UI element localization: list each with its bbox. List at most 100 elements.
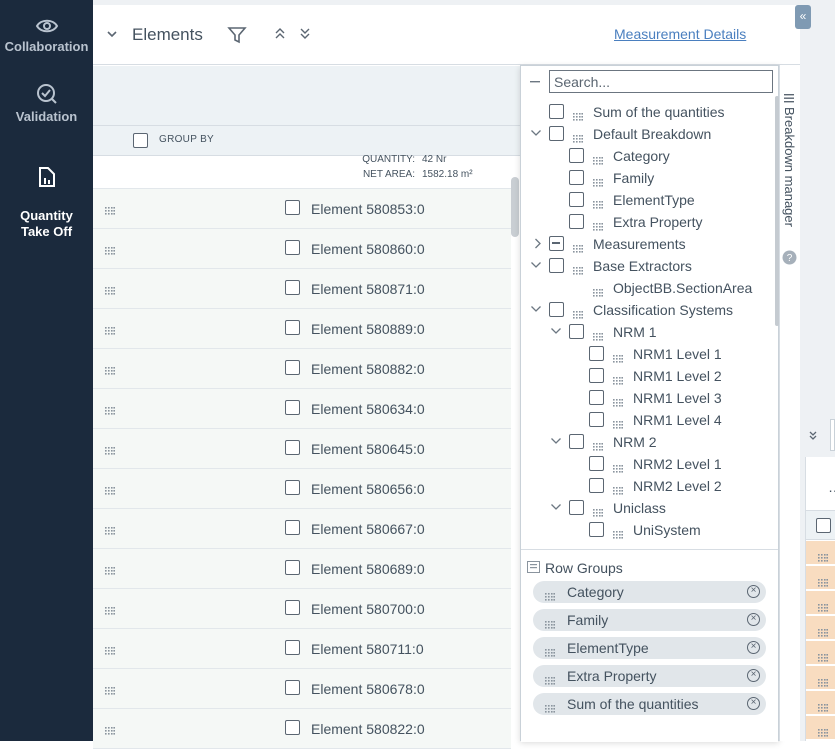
remove-icon[interactable]: × [747,669,760,682]
tree-checkbox[interactable] [549,302,564,317]
right-grid-row[interactable] [806,666,835,690]
tree-item[interactable]: ObjectBB.SectionArea [521,277,771,299]
right-grid-row[interactable] [806,616,835,640]
drag-handle-icon[interactable] [613,377,623,385]
tree-checkbox[interactable] [569,214,584,229]
row-checkbox[interactable] [285,320,300,335]
drag-handle-icon[interactable] [105,647,115,655]
tree-item[interactable]: Extra Property [521,211,771,233]
tree-checkbox[interactable] [589,390,604,405]
tree-item[interactable]: Family [521,167,771,189]
table-row[interactable]: Element 580689:0 [93,549,511,589]
tree-item[interactable]: NRM1 Level 4 [521,409,771,431]
table-row[interactable]: Element 580853:0 [93,189,511,229]
tree-item[interactable]: ElementType [521,189,771,211]
drag-handle-icon[interactable] [105,247,115,255]
row-group-pill[interactable]: Family × [533,609,766,631]
drag-handle-icon[interactable] [593,289,603,297]
minus-icon[interactable] [530,81,540,83]
ellipsis-icon[interactable]: … [828,479,835,495]
drag-handle-icon[interactable] [573,135,583,143]
tree-item[interactable]: NRM1 Level 2 [521,365,771,387]
tree-checkbox[interactable] [589,346,604,361]
table-row[interactable]: Element 580667:0 [93,509,511,549]
drag-handle-icon[interactable] [613,487,623,495]
drag-handle-icon[interactable] [818,729,828,737]
chevron-down-icon[interactable] [550,327,562,335]
tree-checkbox[interactable] [589,478,604,493]
grid-scrollbar[interactable] [511,177,519,237]
table-row[interactable]: Element 580822:0 [93,709,511,749]
tree-checkbox[interactable] [589,456,604,471]
row-checkbox[interactable] [285,720,300,735]
drag-handle-icon[interactable] [818,654,828,662]
tree-checkbox[interactable] [569,170,584,185]
drag-handle-icon[interactable] [545,705,555,713]
drag-handle-icon[interactable] [593,509,603,517]
drag-handle-icon[interactable] [573,311,583,319]
tree-item[interactable]: NRM 1 [521,321,771,343]
chevron-down-icon[interactable] [106,29,118,39]
drag-handle-icon[interactable] [593,443,603,451]
tree-checkbox[interactable] [569,500,584,515]
drag-handle-icon[interactable] [545,621,555,629]
row-group-pill[interactable]: Sum of the quantities × [533,693,766,715]
drag-handle-icon[interactable] [613,399,623,407]
tree-item[interactable]: Sum of the quantities [521,101,771,123]
row-checkbox[interactable] [285,600,300,615]
tree-checkbox[interactable] [589,368,604,383]
row-checkbox[interactable] [285,680,300,695]
row-group-pill[interactable]: Extra Property × [533,665,766,687]
table-row[interactable]: Element 580711:0 [93,629,511,669]
row-checkbox[interactable] [285,200,300,215]
tree-item[interactable]: Measurements [521,233,771,255]
drag-handle-icon[interactable] [573,267,583,275]
tree-checkbox[interactable] [589,412,604,427]
table-row[interactable]: Element 580871:0 [93,269,511,309]
right-grid-row[interactable] [806,591,835,615]
drag-handle-icon[interactable] [593,223,603,231]
help-icon[interactable]: ? [782,250,797,265]
drag-handle-icon[interactable] [818,554,828,562]
row-group-pill[interactable]: ElementType × [533,637,766,659]
right-grid-row[interactable] [806,716,835,740]
row-group-pill[interactable]: Category × [533,581,766,603]
tree-checkbox[interactable] [549,236,564,251]
drag-handle-icon[interactable] [105,527,115,535]
measurement-details-link[interactable]: Measurement Details [614,26,746,42]
right-grid-row[interactable] [806,566,835,590]
table-row[interactable]: Element 580700:0 [93,589,511,629]
table-row[interactable]: Element 580678:0 [93,669,511,709]
drag-handle-icon[interactable] [105,287,115,295]
chevron-right-icon[interactable] [532,238,544,249]
nav-validation[interactable]: Validation [0,83,93,125]
tree-item[interactable]: NRM1 Level 1 [521,343,771,365]
breakdown-side-tab[interactable]: Breakdown manager ? [779,65,800,741]
drag-handle-icon[interactable] [105,607,115,615]
expand-all-icon[interactable] [299,27,311,41]
table-row[interactable]: Element 580656:0 [93,469,511,509]
tree-checkbox[interactable] [589,522,604,537]
right-grid-row[interactable] [806,691,835,715]
drag-handle-icon[interactable] [818,704,828,712]
tree-checkbox[interactable] [549,126,564,141]
chevron-down-icon[interactable] [530,129,542,137]
remove-icon[interactable]: × [747,641,760,654]
chevron-down-icon[interactable] [550,437,562,445]
row-checkbox[interactable] [285,440,300,455]
filter-icon[interactable] [227,25,247,45]
drag-handle-icon[interactable] [613,355,623,363]
nav-collaboration[interactable]: Collaboration [0,17,93,55]
tree-item[interactable]: NRM1 Level 3 [521,387,771,409]
row-checkbox[interactable] [285,240,300,255]
tree-item[interactable]: NRM2 Level 1 [521,453,771,475]
drag-handle-icon[interactable] [105,567,115,575]
tree-item[interactable]: Default Breakdown [521,123,771,145]
drag-handle-icon[interactable] [593,201,603,209]
nav-quantity-take-off[interactable]: Quantity Take Off [0,150,93,240]
tree-item[interactable]: Base Extractors [521,255,771,277]
drag-handle-icon[interactable] [105,327,115,335]
drag-handle-icon[interactable] [105,207,115,215]
drag-handle-icon[interactable] [105,367,115,375]
table-row[interactable]: Element 580889:0 [93,309,511,349]
